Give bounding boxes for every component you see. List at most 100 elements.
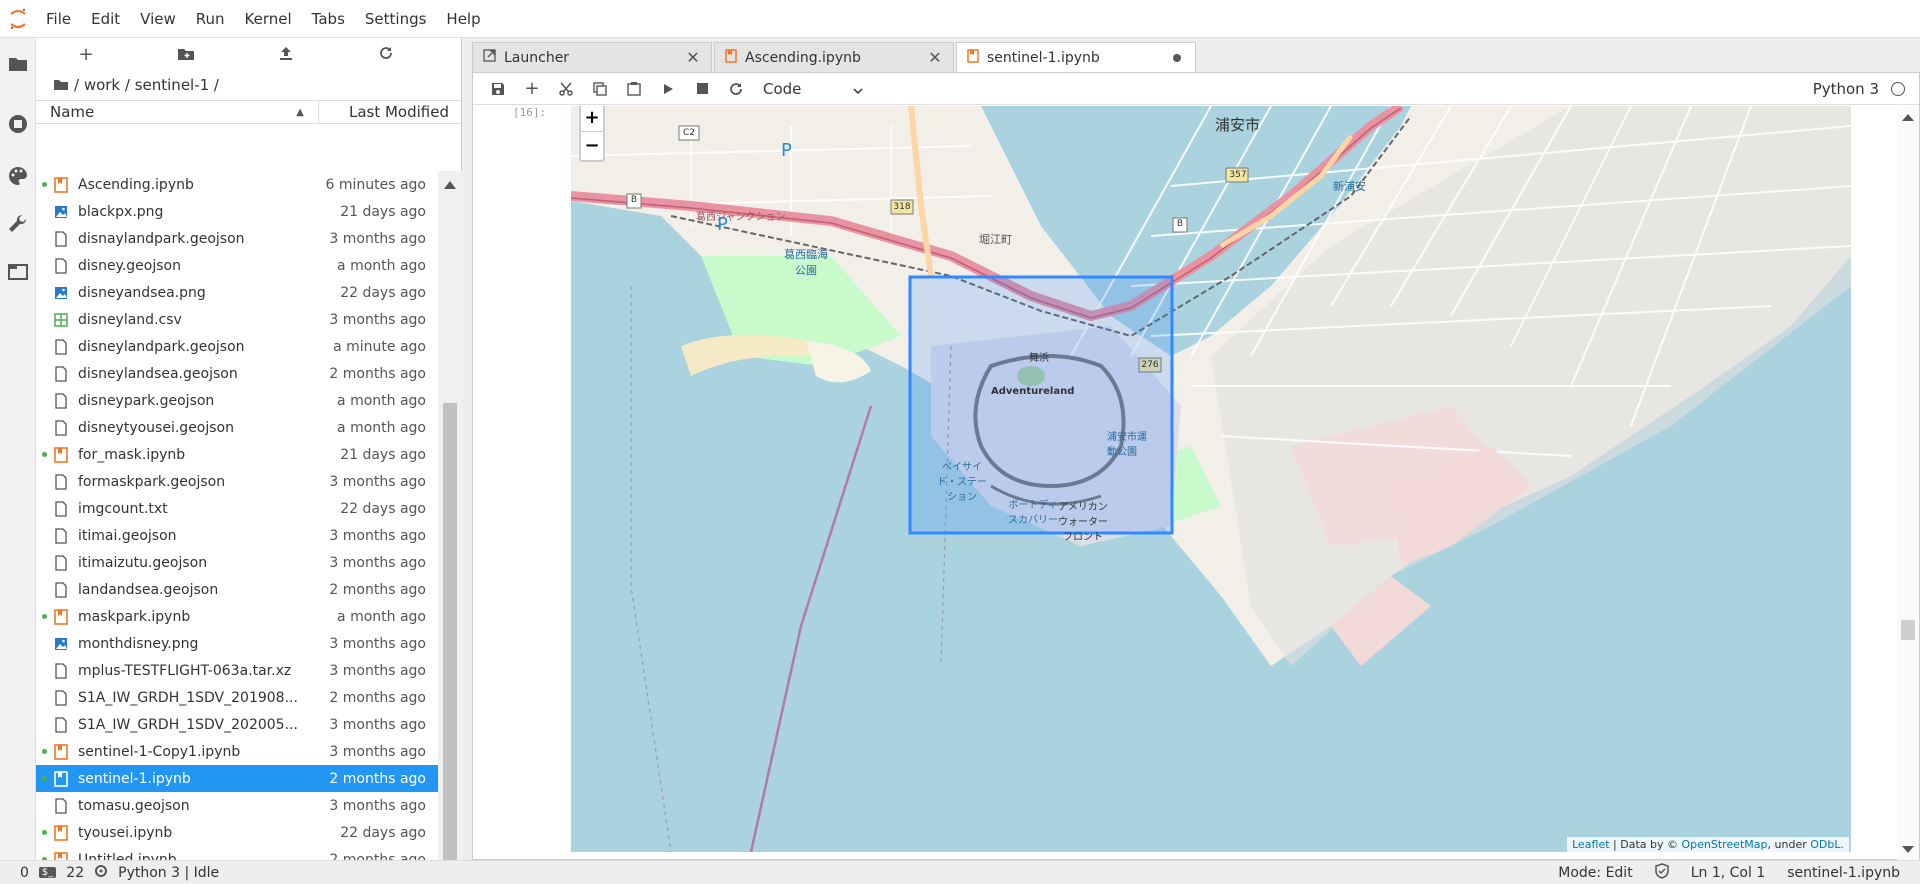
menu-settings[interactable]: Settings <box>355 0 437 38</box>
paste-icon[interactable] <box>617 81 651 96</box>
file-row[interactable]: blackpx.png 21 days ago <box>36 198 438 225</box>
scrollbar-thumb[interactable] <box>1901 620 1915 640</box>
menu-tabs[interactable]: Tabs <box>302 0 355 38</box>
refresh-icon[interactable] <box>336 44 436 65</box>
file-row[interactable]: disney.geojson a month ago <box>36 252 438 279</box>
breadcrumb-path[interactable]: / work / sentinel-1 / <box>74 76 219 94</box>
restart-icon[interactable] <box>719 82 753 96</box>
scroll-down-icon[interactable] <box>1902 846 1914 853</box>
tab-sentinel-1-ipynb[interactable]: sentinel-1.ipynb <box>956 42 1196 72</box>
shield-check-icon[interactable] <box>1654 862 1669 883</box>
kernel-count[interactable]: 22 <box>66 865 84 881</box>
file-row[interactable]: disneyland.csv 3 months ago <box>36 306 438 333</box>
file-row[interactable]: maskpark.ipynb a month ago <box>36 603 438 630</box>
terminal-count[interactable]: 0 <box>20 865 29 881</box>
menu-help[interactable]: Help <box>436 0 490 38</box>
save-icon[interactable] <box>481 82 515 96</box>
menu-view[interactable]: View <box>130 0 186 38</box>
file-row[interactable]: for_mask.ipynb 21 days ago <box>36 441 438 468</box>
scrollbar-thumb[interactable] <box>443 403 457 873</box>
new-folder-icon[interactable] <box>136 44 236 65</box>
leaflet-link[interactable]: Leaflet <box>1572 838 1609 851</box>
column-name[interactable]: Name ▲ <box>36 101 319 123</box>
odbl-link[interactable]: ODbL. <box>1810 838 1844 851</box>
menu-file[interactable]: File <box>36 0 81 38</box>
file-row[interactable]: sentinel-1-Copy1.ipynb 3 months ago <box>36 738 438 765</box>
cursor-position[interactable]: Ln 1, Col 1 <box>1691 865 1766 881</box>
file-name: mplus-TESTFLIGHT-063a.tar.xz <box>78 662 292 679</box>
status-bar: 0 $_ 22 Python 3 | Idle Mode: Edit Ln 1,… <box>0 860 1920 884</box>
unsaved-dot-icon[interactable] <box>1169 48 1185 67</box>
file-row[interactable]: itimaizutu.geojson 3 months ago <box>36 549 438 576</box>
file-row[interactable]: sentinel-1.ipynb 2 months ago <box>36 765 438 792</box>
zoom-out-button[interactable]: − <box>581 132 603 160</box>
file-modified: 6 minutes ago <box>325 176 426 193</box>
wrench-icon[interactable] <box>6 212 30 236</box>
tab-ascending-ipynb[interactable]: Ascending.ipynb ✕ <box>714 42 954 72</box>
close-icon[interactable]: ✕ <box>685 48 701 67</box>
openstreetmap-link[interactable]: OpenStreetMap <box>1682 838 1768 851</box>
running-kernels-icon[interactable] <box>6 112 30 136</box>
run-icon[interactable] <box>651 83 685 95</box>
insert-cell-icon[interactable]: + <box>515 78 549 99</box>
file-file-icon <box>54 473 68 490</box>
kernel-status[interactable]: Python 3 | Idle <box>118 865 219 881</box>
notebook-scrollbar[interactable] <box>1897 106 1919 860</box>
tab-launcher[interactable]: Launcher ✕ <box>472 42 712 72</box>
scroll-up-icon[interactable] <box>1902 114 1914 121</box>
map-label-urayasu: 浦安市 <box>1215 116 1261 134</box>
cut-icon[interactable] <box>549 82 583 96</box>
palette-icon[interactable] <box>6 164 30 188</box>
close-icon[interactable]: ✕ <box>927 48 943 67</box>
file-row[interactable]: disneyandsea.png 22 days ago <box>36 279 438 306</box>
file-row[interactable]: S1A_IW_GRDH_1SDV_201908... 2 months ago <box>36 684 438 711</box>
notebook-file-icon <box>54 824 68 841</box>
notebook-file-icon <box>54 446 68 463</box>
current-file: sentinel-1.ipynb <box>1787 864 1900 881</box>
file-row[interactable]: S1A_IW_GRDH_1SDV_202005... 3 months ago <box>36 711 438 738</box>
file-row[interactable]: tomasu.geojson 3 months ago <box>36 792 438 819</box>
map-label-kasai-junction: 葛西ジャンクション <box>696 212 786 223</box>
kernel-gear-icon[interactable] <box>94 864 108 882</box>
zoom-in-button[interactable]: + <box>581 106 603 132</box>
file-list-scrollbar[interactable] <box>438 171 462 884</box>
file-row[interactable]: tyousei.ipynb 22 days ago <box>36 819 438 846</box>
menu-edit[interactable]: Edit <box>81 0 130 38</box>
file-row[interactable]: disnaylandpark.geojson 3 months ago <box>36 225 438 252</box>
running-indicator-icon <box>42 830 47 835</box>
file-row[interactable]: disneypark.geojson a month ago <box>36 387 438 414</box>
menu-run[interactable]: Run <box>186 0 235 38</box>
file-row[interactable]: disneytyousei.geojson a month ago <box>36 414 438 441</box>
upload-icon[interactable] <box>236 44 336 65</box>
file-modified: 3 months ago <box>329 527 426 544</box>
file-modified: 3 months ago <box>329 635 426 652</box>
file-file-icon <box>54 527 68 544</box>
column-last-modified[interactable]: Last Modified <box>319 103 461 121</box>
file-row[interactable]: formaskpark.geojson 3 months ago <box>36 468 438 495</box>
kernel-indicator[interactable]: Python 3 <box>1813 73 1905 105</box>
scroll-up-icon[interactable] <box>444 181 456 189</box>
file-row[interactable]: mplus-TESTFLIGHT-063a.tar.xz 3 months ago <box>36 657 438 684</box>
new-launcher-icon[interactable]: + <box>36 44 136 65</box>
menu-kernel[interactable]: Kernel <box>235 0 302 38</box>
file-name: monthdisney.png <box>78 635 199 652</box>
folder-icon[interactable] <box>6 52 30 76</box>
copy-icon[interactable] <box>583 81 617 96</box>
file-row[interactable]: landandsea.geojson 2 months ago <box>36 576 438 603</box>
folder-icon[interactable] <box>54 76 68 94</box>
file-row[interactable]: monthdisney.png 3 months ago <box>36 630 438 657</box>
file-row[interactable]: disneylandsea.geojson 2 months ago <box>36 360 438 387</box>
file-row[interactable]: Ascending.ipynb 6 minutes ago <box>36 171 438 198</box>
tabs-icon[interactable] <box>6 260 30 284</box>
file-modified: a month ago <box>337 608 426 625</box>
map-label-porto: ポートディスカバリー <box>1008 500 1058 526</box>
cell-type-select[interactable]: Code <box>763 80 863 98</box>
terminal-icon[interactable]: $_ <box>38 867 57 878</box>
file-row[interactable]: imgcount.txt 22 days ago <box>36 495 438 522</box>
file-row[interactable]: disneylandpark.geojson a minute ago <box>36 333 438 360</box>
stop-icon[interactable] <box>685 83 719 94</box>
running-indicator-icon <box>42 749 47 754</box>
leaflet-map[interactable]: 浦安市 Adventureland 堀江町 葛西ジャンクション 葛西臨海公園 新… <box>571 106 1851 852</box>
file-name: sentinel-1-Copy1.ipynb <box>78 743 241 760</box>
file-row[interactable]: itimai.geojson 3 months ago <box>36 522 438 549</box>
